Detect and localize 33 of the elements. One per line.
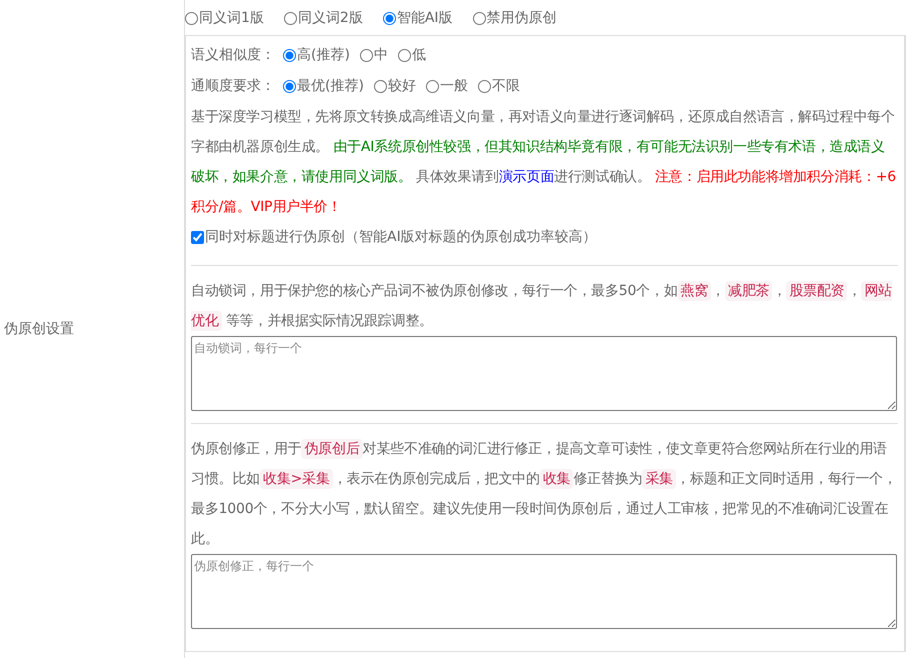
option-label[interactable]: 一般 — [440, 76, 468, 97]
radio-button[interactable] — [398, 49, 411, 62]
option-label[interactable]: 低 — [412, 45, 426, 66]
radio-button[interactable] — [472, 12, 486, 25]
option-label[interactable]: 中 — [374, 45, 388, 66]
option-label[interactable]: 较好 — [388, 76, 416, 97]
checkbox-label[interactable]: 同时对标题进行伪原创（智能AI版对标题的伪原创成功率较高） — [205, 227, 597, 248]
field-label: 语义相似度： — [191, 46, 275, 65]
description-text: 伪原创修正，用于 伪原创后 对某些不准确的词汇进行修正，提高文章可读性，使文章更符合您网站所在行业的用语习惯。比如 收集>采集 ，表示在伪原创完成后，把文中的 收集 修正替换为 采集 ，标题和正文同时适用，每行一个，最多1000个，不分大小写，默认留空。建议先使用一段时间伪原创后，通过人工审核，把常见的不准确词汇设置在此。 — [191, 438, 898, 549]
lock-words-field[interactable]: 自动锁词，每行一个 — [191, 336, 897, 411]
field-label: 通顺度要求： — [191, 77, 275, 96]
radio-button[interactable] — [478, 80, 491, 93]
option-label[interactable]: 同义词2版 — [298, 8, 363, 29]
description-text: 自动锁词，用于保护您的核心产品词不被伪原创修改，每行一个，最多50个，如 燕窝 ， 减肥茶 ， 股票配资 ， 网站优化 等等，并根据实际情况跟踪调整。 — [191, 280, 893, 333]
corrections-field[interactable]: 伪原创修正，每行一个 — [191, 554, 897, 629]
radio-button[interactable] — [374, 80, 387, 93]
option-label[interactable]: 不限 — [492, 76, 520, 97]
radio-button[interactable] — [283, 49, 296, 62]
option-label[interactable]: 高(推荐) — [297, 45, 350, 66]
radio-button[interactable] — [426, 80, 439, 93]
option-label[interactable]: 禁用伪原创 — [486, 8, 557, 29]
radio-button[interactable] — [360, 49, 373, 62]
option-label[interactable]: 最优(推荐) — [297, 76, 364, 97]
option-label[interactable]: 智能AI版 — [396, 8, 453, 29]
settings-label: 伪原创设置 — [3, 320, 74, 338]
description-text: 基于深度学习模型，先将原文转换成高维语义向量，再对语义向量进行逐词解码，还原成自然语言，解码过程中每个字都由机器原创生成。 由于AI系统原创性较强，但其知识结构毕竟有限，有可能无法识别一些专有术语，造成语义破坏，如果介意，请使用同义词版。 具体效果请到演示页面进行测试确认。 注意：启用此功能将增加积分消耗：+6积分/篇。VIP用户半价！ — [191, 108, 897, 217]
radio-button[interactable] — [382, 12, 396, 25]
radio-button[interactable] — [284, 12, 297, 25]
demo-link[interactable]: 演示页面 — [498, 169, 554, 185]
checkbox[interactable] — [191, 231, 204, 244]
radio-button[interactable] — [185, 12, 198, 25]
option-label[interactable]: 同义词1版 — [199, 8, 264, 29]
radio-button[interactable] — [283, 80, 296, 93]
